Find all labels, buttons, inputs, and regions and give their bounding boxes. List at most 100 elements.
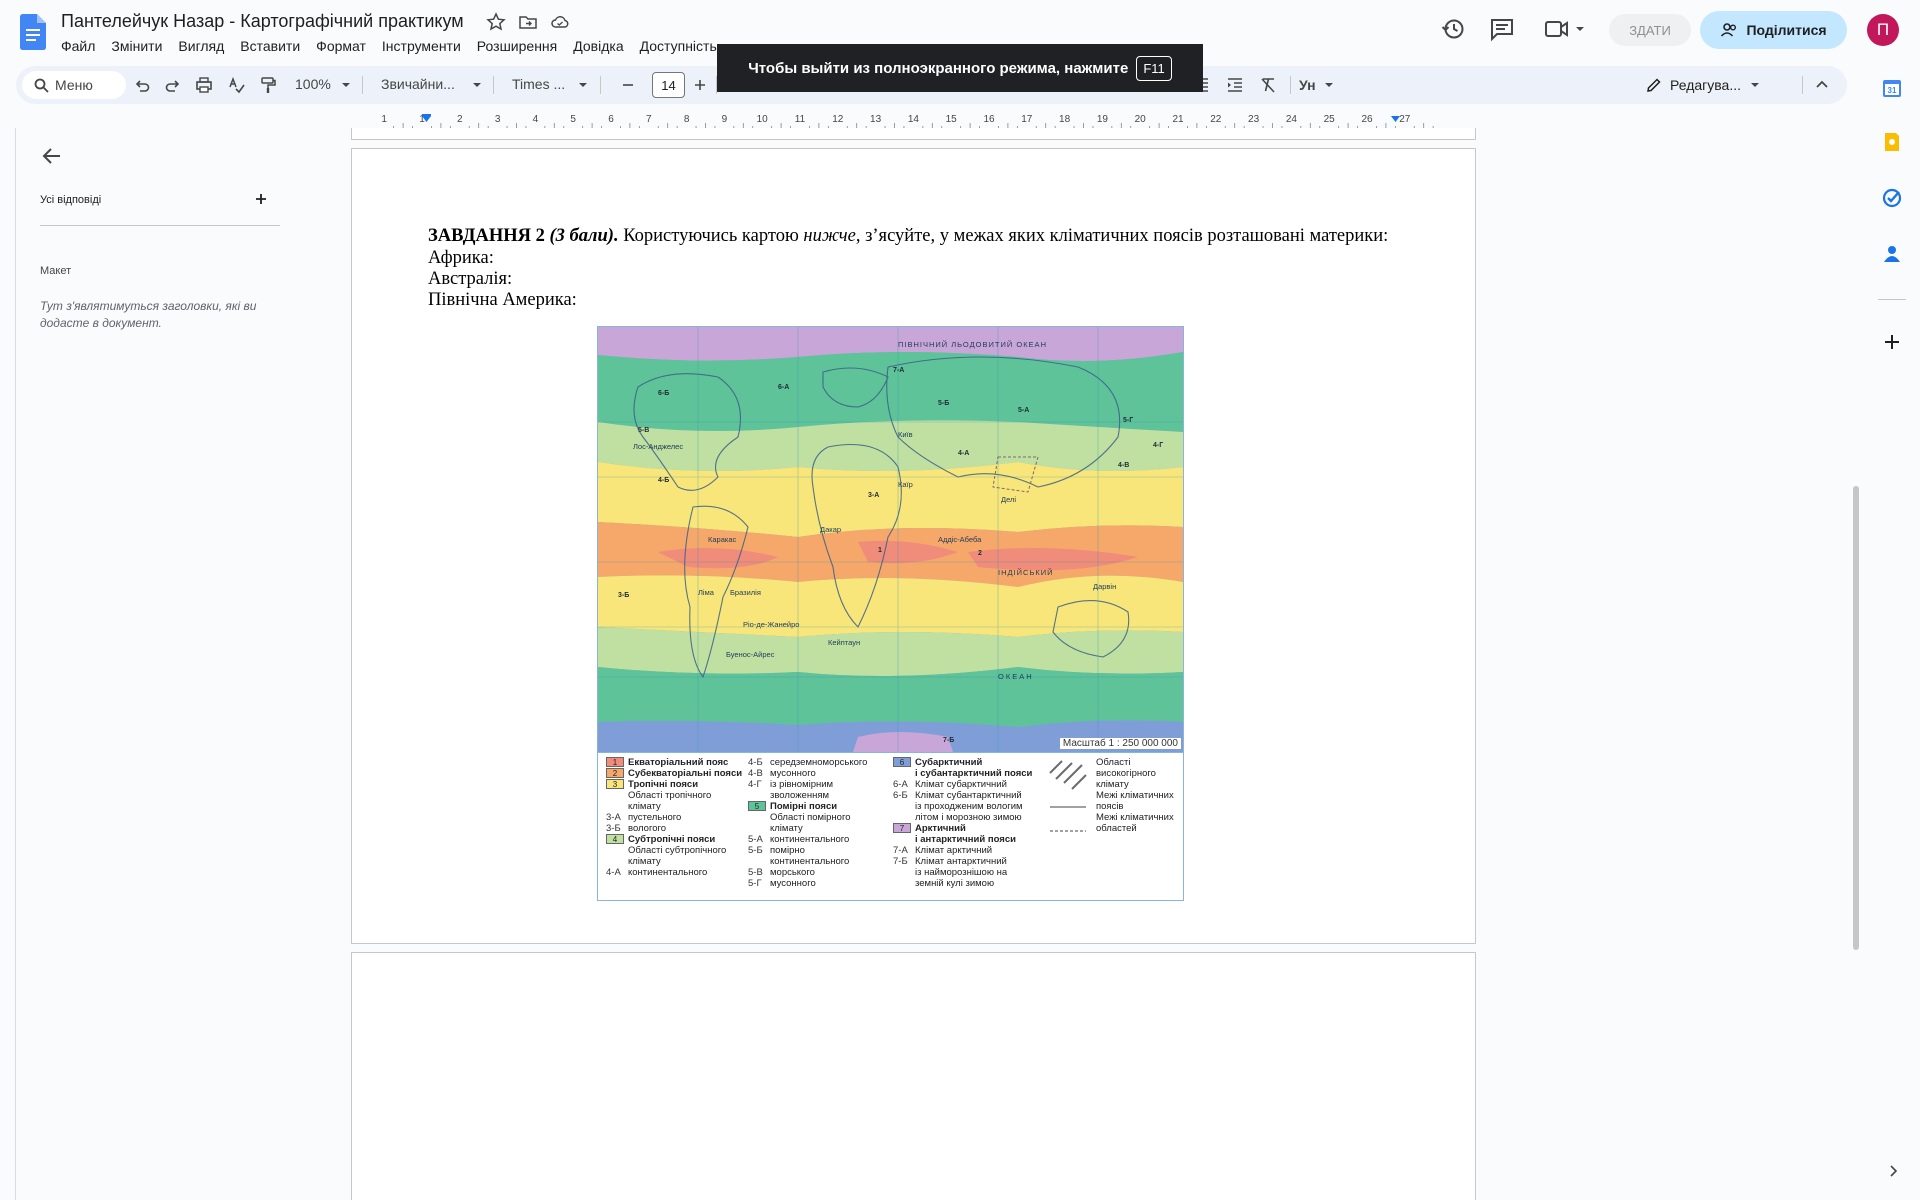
map-label-ocean: ОКЕАН [998, 672, 1034, 681]
comments-icon[interactable] [1489, 16, 1515, 42]
ruler-tick-label: 8 [684, 114, 690, 125]
legend-item: 3-Б вологого [606, 823, 742, 834]
chevron-right-icon[interactable] [1885, 1163, 1901, 1179]
increase-font-size-icon[interactable] [693, 76, 707, 94]
redo-icon[interactable] [164, 76, 182, 94]
north-america-answer-line[interactable]: Північна Америка: [428, 290, 577, 311]
menu-edit[interactable]: Змінити [103, 37, 170, 55]
zone-code: 4-В [1118, 462, 1129, 469]
input-tools-icon[interactable]: Ун [1299, 76, 1333, 94]
legend-item: 6-А Клімат субарктичний [893, 779, 1032, 790]
map-legend: 1 Екваторіальний пояс 2 Субекваторіальні по… [598, 752, 1183, 900]
paragraph-style-select[interactable]: Звичайни... [381, 76, 455, 92]
svg-text:Ун: Ун [1299, 77, 1316, 93]
legend-swatch: 2 [606, 768, 624, 778]
legend-item: 5-Г мусонного [748, 878, 867, 889]
zone-code: 3-А [868, 492, 879, 499]
legend-label: Субекваторіальні пояси [628, 768, 743, 779]
meet-icon[interactable] [1543, 16, 1589, 42]
legend-item: клімату [628, 801, 661, 812]
legend-item: клімату [770, 823, 803, 834]
undo-icon[interactable] [133, 76, 151, 94]
legend-item: 5-В морського [748, 867, 867, 878]
menu-accessibility[interactable]: Доступність [632, 37, 725, 55]
map-label-rio: Ріо-де-Жанейро [743, 620, 799, 629]
menu-view[interactable]: Вигляд [170, 37, 232, 55]
ruler-tick-label: 4 [533, 114, 539, 125]
font-dropdown-icon[interactable] [577, 76, 589, 94]
legend-column-2: 4-Б середземноморського 4-В мусонного 4-Г із … [748, 757, 867, 889]
zoom-dropdown-icon[interactable] [340, 76, 352, 94]
decrease-font-size-icon[interactable] [621, 76, 635, 94]
vertical-scrollbar[interactable] [1853, 486, 1859, 950]
legend-code: 5-Б [748, 845, 763, 856]
move-folder-icon[interactable] [518, 12, 538, 32]
spellcheck-icon[interactable] [228, 76, 246, 94]
menu-help[interactable]: Довідка [565, 37, 631, 55]
cloud-saved-icon[interactable] [550, 12, 570, 32]
menu-format[interactable]: Формат [308, 37, 374, 55]
climate-map-image[interactable]: ПІВНІЧНИЙ ЛЬОДОВИТИЙ ОКЕАН ОКЕАН ІНДІЙСЬ… [597, 326, 1184, 901]
ruler-tick-label: 1 [381, 114, 387, 125]
ruler-tick-label: 13 [870, 114, 882, 125]
version-history-icon[interactable] [1440, 16, 1466, 42]
add-addon-icon[interactable] [1882, 332, 1902, 352]
print-icon[interactable] [195, 76, 213, 94]
task-label: ЗАВДАННЯ 2 [428, 226, 545, 246]
menu-tools[interactable]: Інструменти [374, 37, 469, 55]
docs-logo-icon[interactable] [20, 14, 46, 50]
calendar-icon[interactable]: 31 [1882, 78, 1902, 98]
zone-code: 5-Б [938, 400, 949, 407]
star-icon[interactable] [486, 12, 506, 32]
task-heading-paragraph[interactable]: ЗАВДАННЯ 2 (3 бали). Користуючись картою… [428, 226, 1388, 247]
add-tab-icon[interactable] [252, 190, 270, 208]
zoom-select[interactable]: 100% [295, 76, 331, 92]
outline-all-answers[interactable]: Усі відповіді [40, 194, 101, 206]
ruler-tick-label: 19 [1097, 114, 1109, 125]
horizontal-ruler[interactable]: 1 1 2 3 4 5 6 7 8 9 10 11 12 13 14 15 16 17 18 19 20 21 22 23 24… [351, 108, 1476, 130]
africa-answer-line[interactable]: Африка: [428, 248, 494, 269]
contacts-icon[interactable] [1882, 244, 1902, 264]
share-button[interactable]: Поділитися [1700, 11, 1847, 49]
avatar[interactable]: П [1867, 14, 1899, 46]
font-size-input[interactable]: 14 [652, 72, 685, 98]
legend-item: Області [1096, 757, 1131, 768]
editing-mode-select[interactable]: Редагува... [1646, 72, 1761, 98]
legend-code: 4-А [606, 867, 621, 878]
document-title[interactable]: Пантелейчук Назар - Картографічний практ… [61, 11, 464, 32]
legend-swatch: 6 [893, 757, 911, 767]
submit-button[interactable]: ЗДАТИ [1609, 14, 1691, 46]
tasks-icon[interactable] [1882, 188, 1902, 208]
menu-insert[interactable]: Вставити [232, 37, 308, 55]
paint-format-icon[interactable] [259, 76, 277, 94]
clear-formatting-icon[interactable] [1259, 76, 1277, 94]
share-label: Поділитися [1746, 22, 1827, 38]
legend-label: мусонного [770, 878, 816, 889]
toolbar-divider [1290, 76, 1291, 94]
arrow-back-icon[interactable] [40, 144, 64, 168]
fullscreen-toast-text: Чтобы выйти из полноэкранного режима, на… [748, 59, 1129, 77]
legend-item: і субантарктичний пояси [915, 768, 1033, 779]
hide-menus-icon[interactable] [1813, 76, 1831, 94]
toolbar-divider [1802, 76, 1803, 94]
first-line-indent-marker[interactable] [422, 114, 431, 116]
legend-item: 2 Субекваторіальні пояси [606, 768, 742, 779]
menu-file[interactable]: Файл [53, 37, 103, 55]
style-dropdown-icon[interactable] [471, 76, 483, 94]
zone-code: 6-А [778, 384, 789, 391]
australia-answer-line[interactable]: Австралія: [428, 269, 512, 290]
font-select[interactable]: Times ... [512, 76, 565, 92]
search-menus-button[interactable]: Меню [22, 71, 126, 99]
ruler-tick-label: 5 [570, 114, 576, 125]
zone-code: 6-Б [658, 390, 669, 397]
menu-extensions[interactable]: Розширення [469, 37, 565, 55]
map-label-arctic-ocean: ПІВНІЧНИЙ ЛЬОДОВИТИЙ ОКЕАН [898, 340, 1047, 349]
next-document-page[interactable] [351, 952, 1476, 1200]
fullscreen-key-badge: F11 [1136, 55, 1172, 81]
legend-code: 4-Б [748, 757, 763, 768]
document-page[interactable]: ЗАВДАННЯ 2 (3 бали). Користуючись картою… [351, 148, 1476, 944]
increase-indent-icon[interactable] [1226, 76, 1244, 94]
legend-item: 4 Субтропічні пояси [606, 834, 742, 845]
keep-icon[interactable] [1882, 132, 1902, 152]
map-label-cairo: Каїр [898, 480, 913, 489]
